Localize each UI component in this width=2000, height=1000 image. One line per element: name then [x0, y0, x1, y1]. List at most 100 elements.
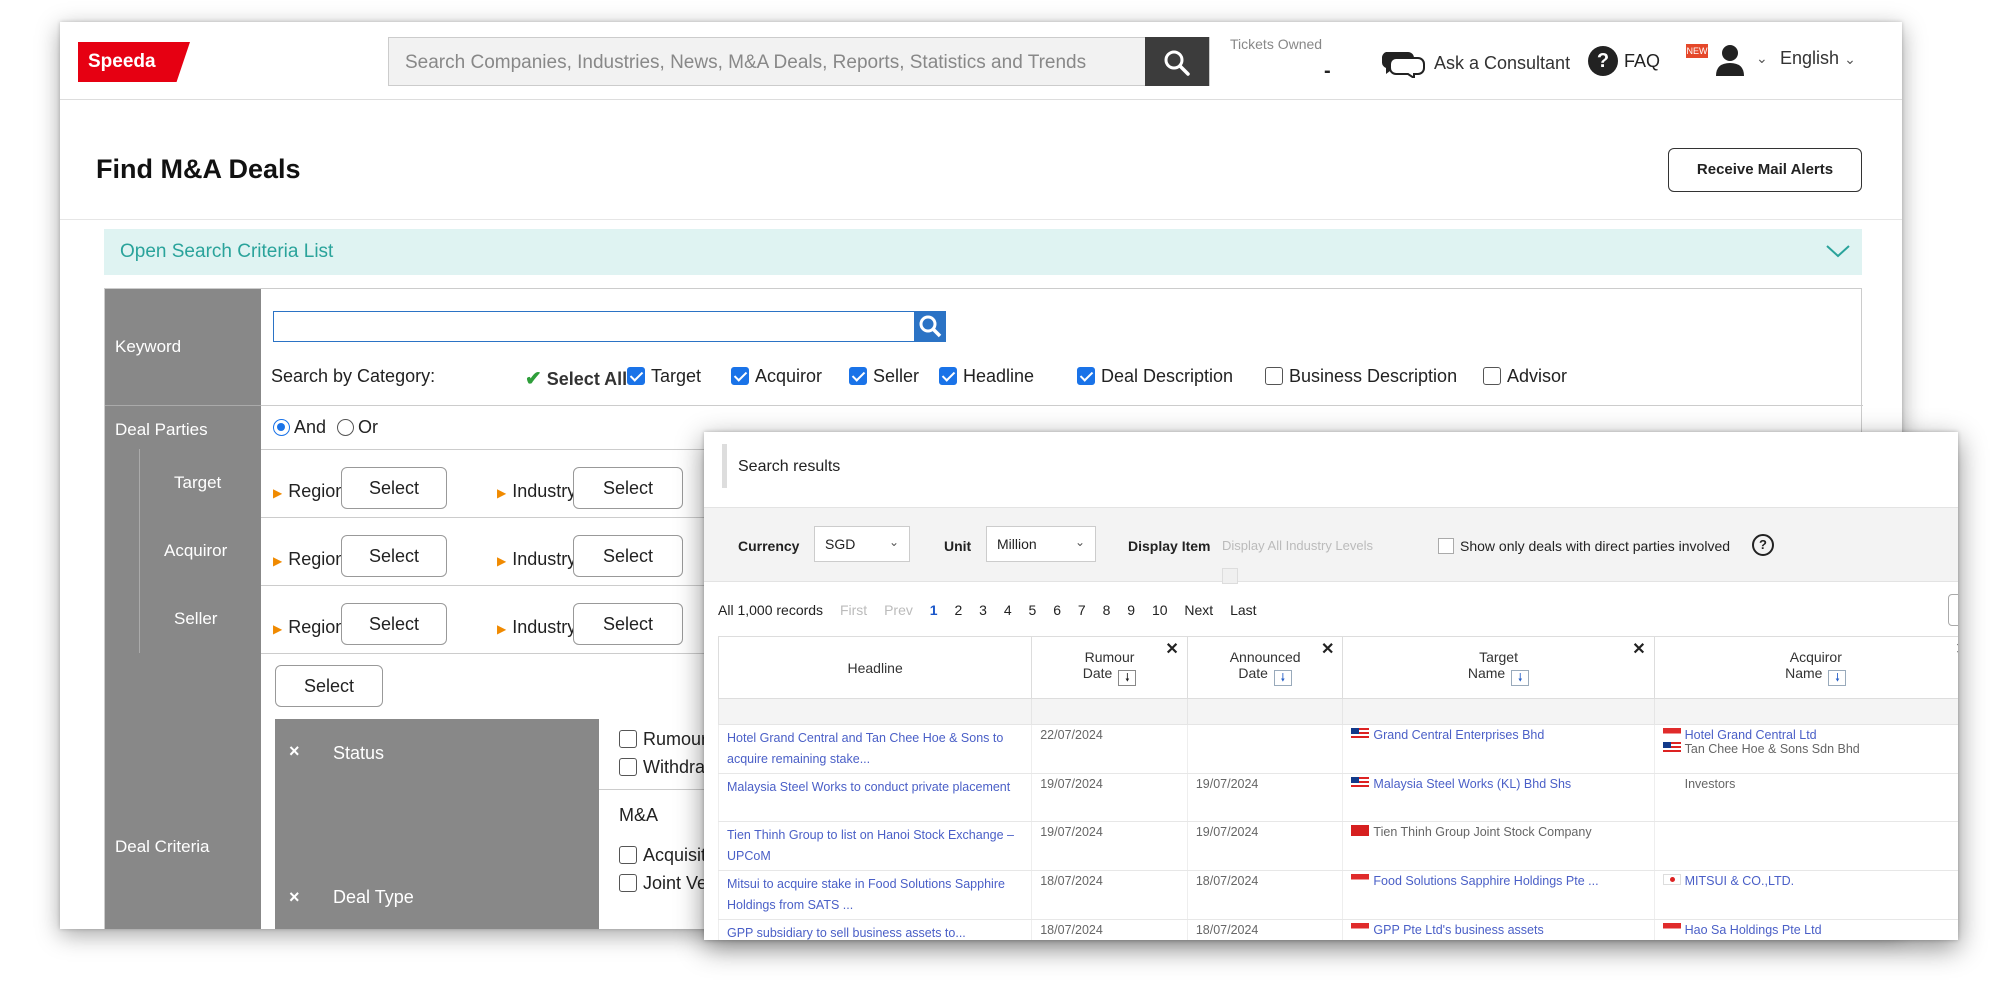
acquiror-name-cell[interactable]: [1653, 821, 1958, 871]
target-name-cell[interactable]: GPP Pte Ltd's business assets: [1342, 919, 1655, 940]
headline-link[interactable]: GPP subsidiary to sell business assets t…: [727, 926, 966, 940]
acquiror-region-select-button[interactable]: Select: [341, 535, 447, 577]
or-radio[interactable]: Or: [337, 417, 378, 438]
headline-cell[interactable]: Malaysia Steel Works to conduct private …: [717, 773, 1032, 822]
acquiror-name-link[interactable]: Tan Chee Hoe & Sons Sdn Bhd: [1685, 742, 1860, 756]
language-selector[interactable]: English ⌄: [1780, 48, 1856, 69]
deal-type-option-acquisition[interactable]: Acquisit: [619, 845, 706, 866]
select-all-link[interactable]: ✔ Select All: [525, 366, 627, 391]
headline-link[interactable]: Hotel Grand Central and Tan Chee Hoe & S…: [727, 731, 1003, 766]
checkbox[interactable]: [619, 846, 637, 864]
target-name-link[interactable]: Grand Central Enterprises Bhd: [1373, 728, 1544, 742]
radio-button[interactable]: [337, 419, 354, 436]
global-search-input[interactable]: Search Companies, Industries, News, M&A …: [388, 37, 1210, 86]
page-link[interactable]: 10: [1152, 602, 1168, 618]
headline-link[interactable]: Mitsui to acquire stake in Food Solution…: [727, 877, 1005, 912]
table-row[interactable]: Hotel Grand Central and Tan Chee Hoe & S…: [717, 724, 1958, 774]
acquiror-name-link[interactable]: MITSUI & CO.,LTD.: [1685, 874, 1795, 888]
category-acquiror[interactable]: Acquiror: [731, 366, 822, 387]
category-seller[interactable]: Seller: [849, 366, 919, 387]
keyword-input[interactable]: [273, 311, 915, 342]
remove-deal-type-icon[interactable]: ×: [289, 887, 300, 908]
speeda-logo[interactable]: Speeda: [78, 42, 190, 82]
checkbox[interactable]: [731, 367, 749, 385]
close-column-icon[interactable]: ✕: [1956, 639, 1958, 659]
target-name-link[interactable]: GPP Pte Ltd's business assets: [1373, 923, 1543, 937]
sort-download-icon[interactable]: 🠗: [1511, 670, 1530, 686]
column-header-rumour-date[interactable]: ✕ Rumour Date 🠗: [1031, 636, 1188, 699]
acquiror-industry-select-button[interactable]: Select: [573, 535, 683, 577]
status-option-withdrawn[interactable]: Withdra: [619, 757, 705, 778]
acquiror-name-cell[interactable]: Hotel Grand Central Ltd Tan Chee Hoe & So…: [1653, 724, 1958, 774]
user-menu[interactable]: ⌄: [1716, 44, 1768, 81]
target-name-cell[interactable]: Food Solutions Sapphire Holdings Pte ...: [1342, 870, 1655, 920]
close-column-icon[interactable]: ✕: [1321, 639, 1334, 659]
page-link[interactable]: 5: [1029, 602, 1037, 618]
next-page-link[interactable]: Next: [1184, 602, 1213, 618]
ask-consultant-link[interactable]: Ask a Consultant: [1382, 48, 1570, 78]
acquiror-name-cell[interactable]: Hao Sa Holdings Pte Ltd: [1653, 919, 1958, 940]
page-link[interactable]: 3: [979, 602, 987, 618]
headline-cell[interactable]: Mitsui to acquire stake in Food Solution…: [717, 870, 1032, 920]
receive-mail-alerts-button[interactable]: Receive Mail Alerts: [1668, 148, 1862, 192]
table-row[interactable]: GPP subsidiary to sell business assets t…: [717, 919, 1958, 940]
column-settings-button[interactable]: [1948, 594, 1958, 626]
keyword-search-button[interactable]: [915, 311, 946, 342]
page-link[interactable]: 4: [1004, 602, 1012, 618]
table-row[interactable]: Mitsui to acquire stake in Food Solution…: [717, 870, 1958, 920]
remove-status-icon[interactable]: ×: [289, 741, 300, 762]
headline-cell[interactable]: GPP subsidiary to sell business assets t…: [717, 919, 1032, 940]
checkbox[interactable]: [1438, 538, 1454, 554]
target-name-link[interactable]: Malaysia Steel Works (KL) Bhd Shs: [1373, 777, 1571, 791]
checkbox[interactable]: [619, 730, 637, 748]
checkbox[interactable]: [1265, 367, 1283, 385]
checkbox[interactable]: [619, 874, 637, 892]
category-headline[interactable]: Headline: [939, 366, 1034, 387]
currency-select[interactable]: SGD ⌄: [814, 526, 910, 562]
close-column-icon[interactable]: ✕: [1165, 639, 1178, 659]
open-search-criteria-bar[interactable]: Open Search Criteria List: [104, 229, 1862, 275]
checkbox[interactable]: [1483, 367, 1501, 385]
unit-select[interactable]: Million ⌄: [986, 526, 1096, 562]
table-row[interactable]: Malaysia Steel Works to conduct private …: [717, 773, 1958, 822]
column-header-announced-date[interactable]: ✕ Announced Date 🠗: [1186, 636, 1344, 699]
target-name-cell[interactable]: Grand Central Enterprises Bhd: [1342, 724, 1655, 774]
sort-download-icon[interactable]: 🠗: [1273, 670, 1292, 686]
acquiror-name-cell[interactable]: MITSUI & CO.,LTD.: [1653, 870, 1958, 920]
last-page-link[interactable]: Last: [1230, 602, 1256, 618]
sort-download-icon[interactable]: 🠗: [1828, 670, 1847, 686]
headline-cell[interactable]: Tien Thinh Group to list on Hanoi Stock …: [717, 821, 1032, 871]
acquiror-name-link[interactable]: Hotel Grand Central Ltd: [1685, 728, 1817, 742]
radio-button[interactable]: [273, 419, 290, 436]
page-link[interactable]: 9: [1127, 602, 1135, 618]
checkbox[interactable]: [627, 367, 645, 385]
target-industry-select-button[interactable]: Select: [573, 467, 683, 509]
deal-criteria-select-button[interactable]: Select: [275, 665, 383, 707]
acquiror-name-link[interactable]: Investors: [1685, 777, 1736, 791]
acquiror-name-link[interactable]: Hao Sa Holdings Pte Ltd: [1685, 923, 1822, 937]
headline-link[interactable]: Tien Thinh Group to list on Hanoi Stock …: [727, 828, 1014, 863]
category-business-description[interactable]: Business Description: [1265, 366, 1457, 387]
column-header-acquiror-name[interactable]: ✕ AcquirorName 🠗: [1653, 636, 1958, 699]
checkbox[interactable]: [939, 367, 957, 385]
page-link[interactable]: 2: [954, 602, 962, 618]
status-option-rumour[interactable]: Rumour: [619, 729, 707, 750]
checkbox[interactable]: [619, 758, 637, 776]
faq-link[interactable]: ? FAQ: [1588, 46, 1660, 76]
category-target[interactable]: Target: [627, 366, 701, 387]
acquiror-name-cell[interactable]: Investors: [1653, 773, 1958, 822]
category-deal-description[interactable]: Deal Description: [1077, 366, 1233, 387]
deal-type-option-joint-venture[interactable]: Joint Ve: [619, 873, 707, 894]
headline-cell[interactable]: Hotel Grand Central and Tan Chee Hoe & S…: [717, 724, 1032, 774]
search-button[interactable]: [1145, 37, 1209, 86]
checkbox[interactable]: [849, 367, 867, 385]
target-name-link[interactable]: Food Solutions Sapphire Holdings Pte ...: [1373, 874, 1598, 888]
help-icon[interactable]: ?: [1752, 534, 1774, 556]
close-column-icon[interactable]: ✕: [1632, 639, 1645, 659]
page-link[interactable]: 7: [1078, 602, 1086, 618]
category-advisor[interactable]: Advisor: [1483, 366, 1567, 387]
headline-link[interactable]: Malaysia Steel Works to conduct private …: [727, 780, 1010, 794]
direct-parties-option[interactable]: Show only deals with direct parties invo…: [1438, 538, 1730, 554]
page-link[interactable]: 1: [930, 602, 938, 618]
page-link[interactable]: 6: [1053, 602, 1061, 618]
